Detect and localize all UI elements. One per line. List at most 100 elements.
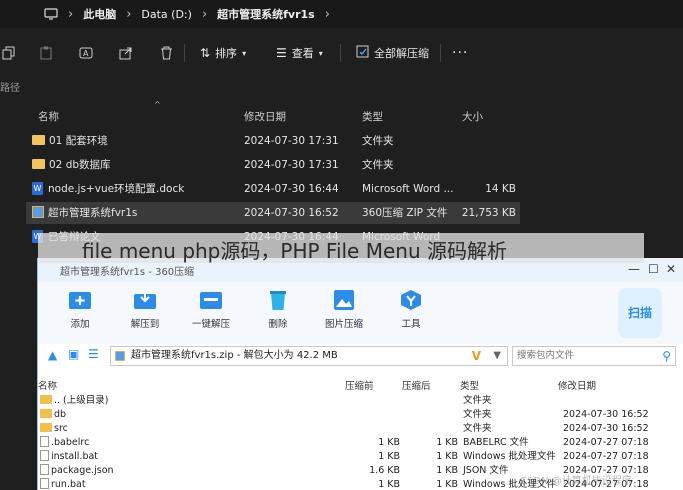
add-button[interactable]: 添加 — [50, 288, 110, 330]
archive-uncompressed: 1 KB — [436, 437, 458, 448]
word-document-icon: W — [32, 181, 43, 195]
recycle-icon — [270, 291, 286, 310]
file-row[interactable]: 02 db数据库 2024-07-30 17:31 文件夹 — [26, 154, 520, 176]
address-bar[interactable]: › 此电脑 › Data (D:) › 超市管理系统fvr1s › — [0, 0, 683, 28]
file-name-text: 02 db数据库 — [49, 159, 111, 171]
view-mode-icon[interactable]: ▣ — [68, 347, 79, 361]
zip-window-title: 超市管理系统fvr1s - 360压缩 — [60, 267, 195, 278]
file-modified: 2024-07-30 17:31 — [244, 135, 339, 147]
zip-archive-window: 超市管理系统fvr1s - 360压缩 — ☐ ✕ 添加 解压到 一键解压 删除… — [37, 258, 683, 490]
close-icon[interactable]: ✕ — [666, 262, 676, 276]
search-icon[interactable]: ⚲ — [662, 347, 671, 365]
archive-compressed: 1 KB — [378, 479, 400, 490]
delete-icon[interactable] — [160, 46, 173, 60]
dropdown-v-icon[interactable]: V — [472, 347, 481, 365]
add-icon — [69, 292, 91, 309]
tools-button[interactable]: 工具 — [381, 288, 441, 330]
file-size: 21,753 KB — [461, 207, 516, 219]
archive-name-text: run.bat — [51, 479, 86, 490]
rename-icon[interactable]: A — [79, 46, 93, 60]
minimize-icon[interactable]: — — [628, 262, 640, 276]
archive-compressed: 1 KB — [378, 451, 400, 462]
up-arrow-icon[interactable]: ▲ — [48, 348, 57, 362]
copy-icon[interactable] — [2, 46, 16, 60]
column-header-type[interactable]: 类型 — [362, 106, 383, 128]
toolbar-divider — [184, 44, 185, 62]
archive-type: BABELRC 文件 — [463, 437, 529, 448]
monitor-icon[interactable] — [44, 8, 58, 20]
file-name-text: node.js+vue环境配置.dock — [48, 183, 185, 195]
breadcrumb-drive[interactable]: Data (D:) — [141, 8, 192, 21]
column-header-name[interactable]: 名称 — [38, 106, 59, 128]
more-options-icon[interactable]: ··· — [452, 45, 468, 61]
column-header-modified[interactable]: 修改日期 — [244, 106, 286, 128]
zip-col-name[interactable]: 名称 — [38, 378, 57, 392]
zip-col-uncompressed[interactable]: 压缩后 — [402, 378, 431, 392]
image-compress-label: 图片压缩 — [324, 319, 363, 330]
archive-row[interactable]: .. (上级目录) 文件夹 — [38, 394, 683, 408]
one-click-extract-button[interactable]: 一键解压 — [181, 288, 241, 330]
archive-row[interactable]: db 文件夹 2024-07-30 16:52 — [38, 408, 683, 422]
archive-type: 文件夹 — [463, 409, 492, 420]
chevron-down-icon[interactable]: ▼ — [493, 347, 501, 365]
zip-ribbon: 添加 解压到 一键解压 删除 图片压缩 工具 扫描 — [38, 282, 683, 344]
archive-name-text: .babelrc — [51, 437, 90, 448]
breadcrumb-this-pc[interactable]: 此电脑 — [83, 6, 116, 22]
archive-row[interactable]: .babelrc 1 KB 1 KB BABELRC 文件 2024-07-27 07:… — [38, 436, 683, 450]
paste-icon[interactable] — [40, 46, 52, 60]
extract-all-button[interactable]: 全部解压缩 — [356, 45, 429, 61]
command-bar: A ⇅ 排序 ▾ ☰ 查看 ▾ 全部解压缩 ··· — [0, 36, 683, 70]
file-row[interactable]: Wnode.js+vue环境配置.dock 2024-07-30 16:44 Mic… — [26, 178, 520, 200]
extract-to-button[interactable]: 解压到 — [115, 288, 175, 330]
zip-col-modified[interactable]: 修改日期 — [558, 378, 596, 392]
image-compress-button[interactable]: 图片压缩 — [314, 288, 374, 330]
archive-modified: 2024-07-27 07:18 — [563, 451, 649, 462]
zip-col-type[interactable]: 类型 — [460, 378, 479, 392]
share-icon[interactable] — [119, 46, 133, 60]
archive-uncompressed: 1 KB — [436, 479, 458, 490]
archive-name-text: .. (上级目录) — [54, 395, 109, 406]
list-view-icon[interactable]: ☰ — [88, 347, 99, 361]
breadcrumb-folder[interactable]: 超市管理系统fvr1s — [217, 6, 315, 22]
file-icon — [40, 450, 49, 461]
caption-text: file menu php源码，PHP File Menu 源码解析 — [82, 239, 507, 263]
one-click-extract-label: 一键解压 — [191, 319, 230, 330]
extract-icon — [356, 45, 369, 61]
svg-text:A: A — [83, 49, 89, 58]
zip-col-compressed[interactable]: 压缩前 — [345, 378, 374, 392]
sort-button[interactable]: ⇅ 排序 ▾ — [200, 45, 246, 61]
scan-button[interactable]: 扫描 — [618, 288, 662, 338]
folder-icon — [32, 159, 45, 169]
file-type: 360压缩 ZIP 文件 — [362, 207, 448, 219]
file-row[interactable]: 01 配套环境 2024-07-30 17:31 文件夹 — [26, 130, 520, 152]
folder-icon — [40, 395, 52, 404]
chevron-right-icon: › — [126, 6, 132, 22]
image-compress-icon — [334, 290, 354, 310]
maximize-icon[interactable]: ☐ — [648, 262, 659, 276]
chevron-right-icon: › — [68, 6, 74, 22]
path-bar[interactable]: 路径 — [0, 78, 683, 100]
archive-row[interactable]: src 文件夹 2024-07-30 16:52 — [38, 422, 683, 436]
archive-modified: 2024-07-27 07:18 — [563, 437, 649, 448]
one-click-extract-icon — [200, 292, 222, 309]
sort-icon: ⇅ — [200, 46, 211, 60]
file-row[interactable]: 超市管理系统fvr1s 2024-07-30 16:52 360压缩 ZIP 文件 2… — [26, 202, 520, 224]
delete-button[interactable]: 删除 — [248, 288, 308, 330]
file-modified: 2024-07-30 17:31 — [244, 159, 339, 171]
archive-modified: 2024-07-30 16:52 — [563, 409, 649, 420]
chevron-right-icon: › — [201, 6, 208, 22]
column-header-size[interactable]: 大小 — [462, 106, 483, 128]
archive-type: JSON 文件 — [463, 465, 509, 476]
search-placeholder: 搜索包内文件 — [517, 350, 575, 361]
archive-name: package.json — [40, 464, 114, 478]
archive-search-input[interactable]: 搜索包内文件 ⚲ — [512, 346, 676, 366]
file-modified: 2024-07-30 16:44 — [244, 183, 339, 195]
archive-type: 文件夹 — [463, 423, 492, 434]
chevron-down-icon: ▾ — [242, 48, 247, 58]
archive-path-field[interactable]: 超市管理系统fvr1s.zip - 解包大小为 42.2 MB V ▼ — [110, 346, 508, 366]
view-button[interactable]: ☰ 查看 ▾ — [276, 45, 323, 61]
view-label: 查看 — [291, 47, 314, 60]
archive-row[interactable]: install.bat 1 KB 1 KB Windows 批处理文件 2024-07-… — [38, 450, 683, 464]
archive-name-text: install.bat — [51, 451, 99, 462]
file-modified: 2024-07-30 16:52 — [244, 207, 339, 219]
